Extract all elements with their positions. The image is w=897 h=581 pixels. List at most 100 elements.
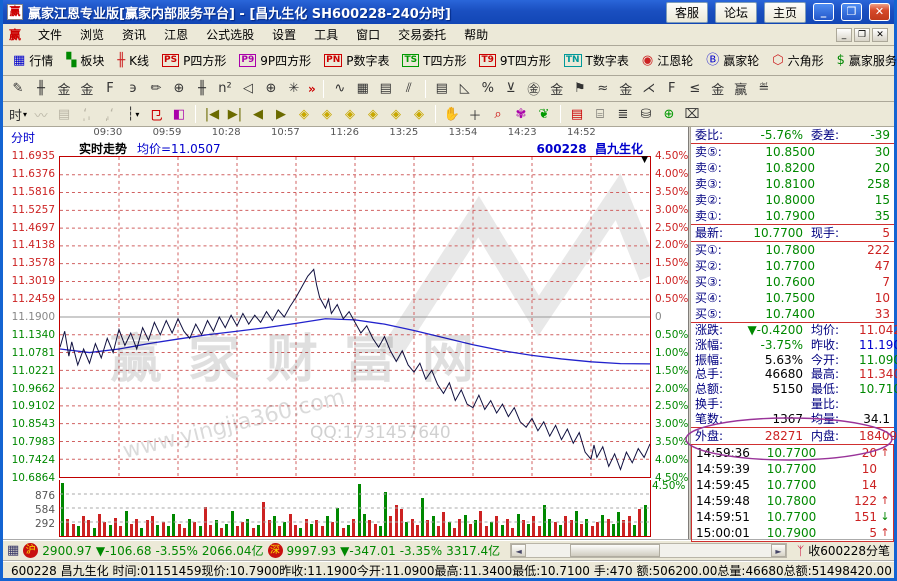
drawing-tool-c6-icon[interactable]: 金 <box>546 79 568 99</box>
drawing-tool-c2-icon[interactable]: ◺ <box>454 79 476 99</box>
drawing-tool-1-icon[interactable]: ✎ <box>7 79 29 99</box>
mdi-minimize-button[interactable]: _ <box>836 28 852 42</box>
minimize-button[interactable]: _ <box>813 3 834 21</box>
drawing-tool-c8-icon[interactable]: ≈ <box>592 79 614 99</box>
drawing-tool-b4-icon[interactable]: ⫽ <box>398 79 420 99</box>
drawing-tool-b1-icon[interactable]: ∿ <box>329 79 351 99</box>
step-forward-icon[interactable]: ▶ <box>270 104 292 124</box>
zoom-out-icon[interactable]: ◈ <box>385 104 407 124</box>
sell-level-3[interactable]: 卖③:10.8100258 <box>691 176 894 192</box>
drawing-tool-9-icon[interactable]: ╫ <box>191 79 213 99</box>
winner-wheel-button[interactable]: Ⓑ赢家轮 <box>700 49 765 72</box>
drawing-tool-3-icon[interactable]: 金 <box>53 79 75 99</box>
winner-service-button[interactable]: $赢家服务 <box>831 49 897 72</box>
zoom-right-icon[interactable]: ◈ <box>316 104 338 124</box>
step-back-icon[interactable]: ◀ <box>247 104 269 124</box>
zoom-left-icon[interactable]: ◈ <box>293 104 315 124</box>
save-icon[interactable]: ⛁ <box>635 104 657 124</box>
drawing-tool-10-icon[interactable]: n² <box>214 79 236 99</box>
scroll-right-button[interactable]: ► <box>771 544 786 557</box>
drawing-tool-c10-icon[interactable]: ⋌ <box>638 79 660 99</box>
quotes-button[interactable]: ▦行情 <box>7 49 59 72</box>
network-icon[interactable]: ⊕ <box>658 104 680 124</box>
9p-square-button[interactable]: P99P四方形 <box>233 49 317 72</box>
notes-icon[interactable]: ≣ <box>612 104 634 124</box>
drawing-tool-2-icon[interactable]: ╫ <box>30 79 52 99</box>
sell-level-5[interactable]: 卖⑤:10.850030 <box>691 144 894 160</box>
drawing-tool-c13-icon[interactable]: 金 <box>707 79 729 99</box>
hexagon-button[interactable]: ⬡六角形 <box>766 49 829 72</box>
zoom-all-icon[interactable]: ◈ <box>408 104 430 124</box>
drawing-tool-6-icon[interactable]: ϶ <box>122 79 144 99</box>
price-plot[interactable]: ▼ 赢家财富网 www.yingjia360.com QQ:1731457640 <box>59 156 651 478</box>
buy-level-2[interactable]: 买②:10.770047 <box>691 258 894 274</box>
menu-item-8[interactable]: 窗口 <box>347 24 389 45</box>
sell-level-1[interactable]: 卖①:10.790035 <box>691 208 894 224</box>
9t-square-button[interactable]: T99T四方形 <box>473 49 556 72</box>
menu-item-9[interactable]: 交易委托 <box>389 24 455 45</box>
maximize-button[interactable]: ❐ <box>841 3 862 21</box>
drawing-tool-c3-icon[interactable]: % <box>477 79 499 99</box>
p-square-button[interactable]: PSP四方形 <box>156 49 232 72</box>
menu-item-7[interactable]: 工具 <box>305 24 347 45</box>
remote-pc-icon[interactable]: ⌧ <box>681 104 703 124</box>
buy-level-1[interactable]: 买①:10.7800222 <box>691 242 894 258</box>
mdi-restore-button[interactable]: ❐ <box>854 28 870 42</box>
drawing-tool-c12-icon[interactable]: ≤ <box>684 79 706 99</box>
buy-level-5[interactable]: 买⑤:10.740033 <box>691 306 894 322</box>
colored-chart-icon[interactable]: ◧ <box>168 104 190 124</box>
buy-level-4[interactable]: 买④:10.750010 <box>691 290 894 306</box>
drawing-tool-b3-icon[interactable]: ▤ <box>375 79 397 99</box>
intraday-chart[interactable]: 分时 09:3009:5910:2810:5711:2613:2513:5414… <box>3 127 690 539</box>
period-selector-icon[interactable]: 时 <box>7 104 29 124</box>
drawing-tool-c9-icon[interactable]: 金 <box>615 79 637 99</box>
zoom-h-icon[interactable]: ◈ <box>339 104 361 124</box>
sell-level-2[interactable]: 卖②:10.800015 <box>691 192 894 208</box>
scroll-left-button[interactable]: ◄ <box>511 544 526 557</box>
drawing-tool-c1-icon[interactable]: ▤ <box>431 79 453 99</box>
customer-service-button[interactable]: 客服 <box>666 2 708 23</box>
p-digit-table-button[interactable]: PNP数字表 <box>318 49 395 72</box>
calculator-icon[interactable]: ⌸ <box>589 104 611 124</box>
crosshair-tool-icon[interactable]: ＋ <box>464 104 486 124</box>
drawing-tool-7-icon[interactable]: ✏ <box>145 79 167 99</box>
buy-level-3[interactable]: 买③:10.76007 <box>691 274 894 290</box>
homepage-button[interactable]: 主页 <box>764 2 806 23</box>
quotes-grid-icon[interactable]: ▦ <box>7 543 19 558</box>
t-digit-table-button[interactable]: TNT数字表 <box>558 49 635 72</box>
menu-item-5[interactable]: 公式选股 <box>197 24 263 45</box>
go-first-icon[interactable]: |◀ <box>201 104 223 124</box>
sectors-button[interactable]: ▚板块 <box>60 49 110 72</box>
drawing-tool-c14-icon[interactable]: 赢 <box>730 79 752 99</box>
menu-item-1[interactable]: 文件 <box>29 24 71 45</box>
candle-style-icon[interactable]: ┆ <box>122 104 144 124</box>
forum-button[interactable]: 论坛 <box>715 2 757 23</box>
menu-item-3[interactable]: 资讯 <box>113 24 155 45</box>
drawing-tool-c5-icon[interactable]: ㊎ <box>523 79 545 99</box>
drawing-tool-8-icon[interactable]: ⊕ <box>168 79 190 99</box>
flower-tool-icon[interactable]: ✾ <box>510 104 532 124</box>
drawing-tool-b2-icon[interactable]: ▦ <box>352 79 374 99</box>
t-square-button[interactable]: TST四方形 <box>396 49 472 72</box>
drawing-tool-c4-icon[interactable]: ⊻ <box>500 79 522 99</box>
marker-tool-icon[interactable]: 㔾 <box>145 104 167 124</box>
go-last-icon[interactable]: ▶| <box>224 104 246 124</box>
drawing-tool-12-icon[interactable]: ⊕ <box>260 79 282 99</box>
drawing-tool-c15-icon[interactable]: ≝ <box>753 79 775 99</box>
kline-button[interactable]: ╫K线 <box>111 49 155 72</box>
drawing-tool-5-icon[interactable]: F <box>99 79 121 99</box>
toolbar-overflow-chevron[interactable]: » <box>308 82 316 96</box>
drawing-tool-4-icon[interactable]: 金 <box>76 79 98 99</box>
calendar-icon[interactable]: ▤ <box>566 104 588 124</box>
volume-plot[interactable] <box>59 480 651 537</box>
drawing-tool-c11-icon[interactable]: F <box>661 79 683 99</box>
close-button[interactable]: ✕ <box>869 3 890 21</box>
scrollbar-track[interactable] <box>526 544 771 557</box>
zoom-in-icon[interactable]: ◈ <box>362 104 384 124</box>
drawing-tool-c7-icon[interactable]: ⚑ <box>569 79 591 99</box>
magnify-tool-icon[interactable]: ⌕ <box>487 104 509 124</box>
horizontal-scrollbar[interactable]: ◄ ► <box>510 543 787 558</box>
mdi-close-button[interactable]: ✕ <box>872 28 888 42</box>
sell-level-4[interactable]: 卖④:10.820020 <box>691 160 894 176</box>
menu-item-6[interactable]: 设置 <box>263 24 305 45</box>
